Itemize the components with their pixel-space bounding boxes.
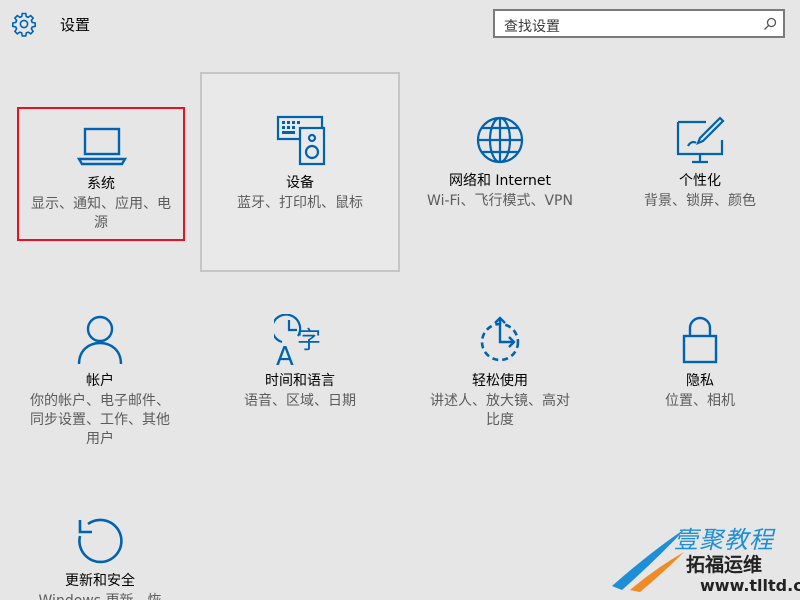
tile-devices-name: 设备 [286, 175, 314, 191]
globe-icon [476, 116, 524, 164]
tile-system[interactable]: 系统 显示、通知、应用、电 源 [17, 107, 185, 241]
tile-privacy-desc: 位置、相机 [665, 393, 735, 409]
tile-network[interactable]: 网络和 Internet Wi-Fi、飞行模式、VPN [400, 72, 600, 272]
tile-ease-of-access-name: 轻松使用 [472, 373, 528, 389]
person-icon [77, 315, 123, 365]
search-input[interactable]: 查找设置 [504, 16, 560, 36]
tile-time-language-name: 时间和语言 [265, 373, 335, 389]
tile-time-language-desc: 语音、区域、日期 [244, 393, 356, 409]
lock-icon [682, 316, 718, 364]
tile-network-name: 网络和 Internet [448, 173, 552, 189]
tile-personalization-name: 个性化 [679, 173, 721, 189]
tile-personalization[interactable]: 个性化 背景、锁屏、颜色 [600, 72, 800, 272]
tile-system-desc: 显示、通知、应用、电 源 [31, 196, 171, 231]
watermark: 壹聚教程 拓福运维 www.tlltd.cn [608, 520, 800, 600]
tile-personalization-desc: 背景、锁屏、颜色 [644, 193, 756, 209]
tile-update-security-name: 更新和安全 [65, 573, 135, 589]
tile-accounts-name: 帐户 [86, 373, 114, 389]
tile-ease-of-access[interactable]: 轻松使用 讲述人、放大镜、高对 比度 [400, 272, 600, 472]
settings-window: 设置 查找设置 系统 显示、通知、应用、电 源 设备 蓝牙、打印机、鼠标 网络和… [0, 0, 800, 600]
tile-accounts-desc: 你的帐户、电子邮件、 同步设置、工作、其他 用户 [30, 393, 170, 447]
tile-update-security[interactable]: 更新和安全 Windows 更新、恢 [0, 472, 200, 600]
svg-text:字: 字 [297, 326, 321, 354]
tile-devices[interactable]: 设备 蓝牙、打印机、鼠标 [200, 72, 400, 272]
search-icon[interactable] [763, 17, 777, 31]
time-language-icon: A 字 [274, 314, 321, 366]
devices-icon [276, 115, 326, 166]
ease-of-access-icon [480, 316, 520, 362]
tile-devices-desc: 蓝牙、打印机、鼠标 [237, 195, 363, 211]
tile-system-name: 系统 [87, 176, 115, 192]
personalization-icon [676, 116, 725, 164]
page-title: 设置 [60, 16, 91, 34]
header: 设置 查找设置 [0, 0, 800, 48]
tile-privacy[interactable]: 隐私 位置、相机 [600, 272, 800, 472]
svg-text:A: A [276, 342, 294, 366]
tile-update-security-desc: Windows 更新、恢 [0, 592, 200, 600]
update-icon [78, 518, 123, 564]
tile-accounts[interactable]: 帐户 你的帐户、电子邮件、 同步设置、工作、其他 用户 [0, 272, 200, 472]
tile-network-desc: Wi-Fi、飞行模式、VPN [427, 193, 573, 209]
laptop-icon [76, 127, 128, 166]
gear-icon [12, 12, 36, 37]
tile-ease-of-access-desc: 讲述人、放大镜、高对 比度 [430, 393, 570, 428]
search-box[interactable]: 查找设置 [493, 9, 785, 38]
tile-privacy-name: 隐私 [686, 373, 714, 389]
watermark-line3: www.tlltd.cn [700, 576, 800, 595]
watermark-line2: 拓福运维 [686, 554, 763, 576]
tile-time-language[interactable]: A 字 时间和语言 语音、区域、日期 [200, 272, 400, 472]
